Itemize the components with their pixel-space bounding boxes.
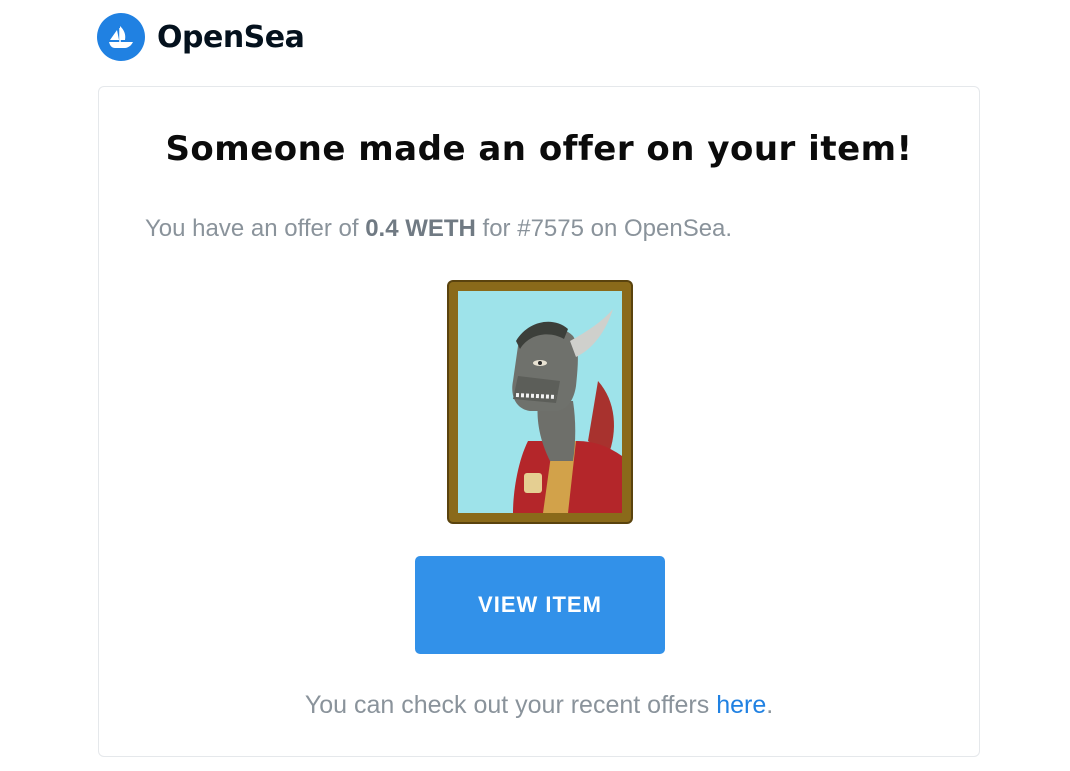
footer-prefix: You can check out your recent offers xyxy=(304,691,717,719)
recent-offers-link[interactable]: here xyxy=(716,691,766,719)
email-headline: Someone made an offer on your item! xyxy=(165,129,913,169)
offer-card: Someone made an offer on your item! You … xyxy=(98,86,980,757)
brand-name[interactable]: OpenSea xyxy=(157,20,305,55)
recent-offers-note: You can check out your recent offers her… xyxy=(99,691,979,720)
offer-suffix: for #7575 on OpenSea. xyxy=(475,215,733,242)
offer-description: You have an offer of 0.4 WETH for #7575 … xyxy=(145,215,732,243)
offer-prefix: You have an offer of xyxy=(145,215,366,242)
offer-amount: 0.4 WETH xyxy=(365,215,476,242)
nft-item-image[interactable] xyxy=(449,282,631,522)
footer-suffix: . xyxy=(766,691,774,719)
opensea-logo-icon[interactable] xyxy=(97,13,145,61)
dragon-artwork-icon xyxy=(458,291,622,513)
email-header: OpenSea xyxy=(97,13,305,61)
view-item-button[interactable]: VIEW ITEM xyxy=(415,556,665,654)
